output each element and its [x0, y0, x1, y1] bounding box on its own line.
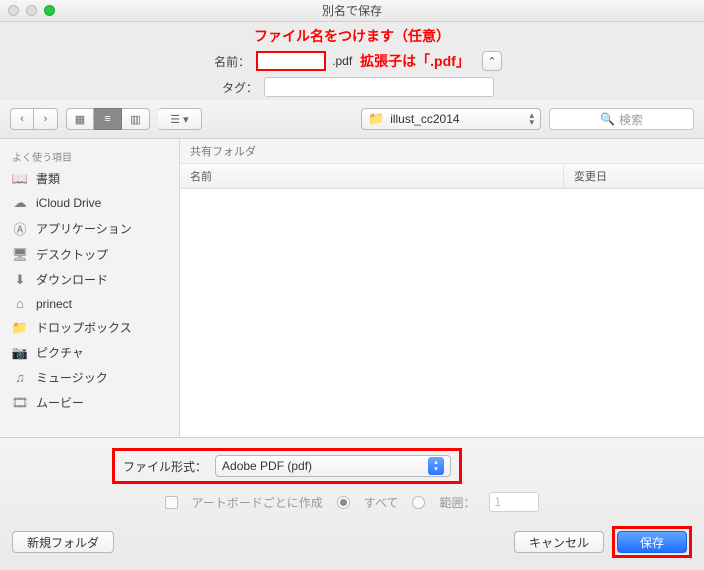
- book-icon: 📖: [12, 171, 28, 187]
- folder-icon: 📁: [12, 320, 28, 336]
- columns-icon: ▥: [130, 113, 140, 126]
- range-label: 範囲：: [439, 494, 475, 511]
- annotation-filename: ファイル名をつけます（任意）: [0, 22, 704, 48]
- save-dialog-window: 別名で保存 ファイル名をつけます（任意） 名前： .pdf 拡張子は「.pdf」…: [0, 0, 704, 570]
- options-row: アートボードごとに作成 すべて 範囲： 1: [12, 492, 692, 512]
- titlebar: 別名で保存: [0, 0, 704, 22]
- apps-icon: Ⓐ: [12, 219, 28, 238]
- sidebar-item-label: prinect: [36, 297, 72, 311]
- sidebar-item[interactable]: ☁︎ iCloud Drive: [0, 191, 179, 215]
- chevron-up-icon: ⌃: [487, 55, 496, 68]
- desktop-icon: 🖥: [12, 247, 28, 263]
- col-date-header[interactable]: 変更日: [564, 164, 704, 188]
- cancel-button[interactable]: キャンセル: [514, 531, 604, 553]
- sidebar: よく使う項目 📖 書類 ☁︎ iCloud Drive Ⓐ アプリケーション 🖥 デスクトップ…: [0, 139, 180, 437]
- sidebar-item-label: 書類: [36, 170, 60, 187]
- zoom-icon[interactable]: [44, 5, 55, 16]
- bottom-panel: ファイル形式： Adobe PDF (pdf) ▴▾ アートボードごとに作成 す…: [0, 438, 704, 570]
- traffic-lights: [8, 5, 55, 16]
- sidebar-item-label: ドロップボックス: [36, 319, 132, 336]
- view-seg: ▦ ≡ ▥: [66, 108, 150, 130]
- range-input[interactable]: 1: [489, 492, 539, 512]
- group-icon: ☰ ▾: [170, 113, 188, 126]
- cloud-icon: ☁︎: [12, 195, 28, 211]
- nav-back-button[interactable]: ‹: [10, 108, 34, 130]
- sidebar-item-label: ピクチャ: [36, 344, 84, 361]
- file-list-pane: 共有フォルダ 名前 変更日: [180, 139, 704, 437]
- tag-label: タグ：: [210, 79, 258, 96]
- view-icons-button[interactable]: ▦: [66, 108, 94, 130]
- window-title: 別名で保存: [0, 2, 704, 19]
- all-radio[interactable]: [337, 496, 350, 509]
- sidebar-item[interactable]: 📷 ピクチャ: [0, 340, 179, 365]
- button-row: 新規フォルダ キャンセル 保存: [12, 526, 692, 558]
- camera-icon: 📷: [12, 345, 28, 361]
- minimize-icon[interactable]: [26, 5, 37, 16]
- sidebar-item-label: ミュージック: [36, 369, 108, 386]
- group-seg: ☰ ▾: [158, 108, 202, 130]
- music-icon: ♫: [12, 370, 28, 385]
- format-label: ファイル形式：: [123, 458, 207, 475]
- new-folder-button[interactable]: 新規フォルダ: [12, 531, 114, 553]
- all-label: すべて: [364, 494, 399, 511]
- nav-seg: ‹ ›: [10, 108, 58, 130]
- chevron-right-icon: ›: [44, 113, 48, 125]
- toolbar: ‹ › ▦ ≡ ▥ ☰ ▾ 📁 illust_cc2014 ▴▾ 🔍 検索: [0, 100, 704, 139]
- grid-icon: ▦: [75, 113, 85, 126]
- sidebar-item-label: ダウンロード: [36, 271, 108, 288]
- view-list-button[interactable]: ≡: [94, 108, 122, 130]
- sidebar-item[interactable]: 🎞 ムービー: [0, 390, 179, 415]
- download-icon: ⬇: [12, 272, 28, 288]
- sidebar-item[interactable]: Ⓐ アプリケーション: [0, 215, 179, 242]
- sidebar-item-label: デスクトップ: [36, 246, 108, 263]
- column-header: 名前 変更日: [180, 164, 704, 189]
- format-row: ファイル形式： Adobe PDF (pdf) ▴▾: [112, 448, 462, 484]
- folder-icon: 📁: [368, 111, 384, 127]
- movie-icon: 🎞: [12, 395, 28, 411]
- sidebar-item[interactable]: 📖 書類: [0, 166, 179, 191]
- folder-dropdown[interactable]: 📁 illust_cc2014 ▴▾: [361, 108, 541, 130]
- range-radio[interactable]: [412, 496, 425, 509]
- sidebar-heading: よく使う項目: [0, 145, 179, 166]
- stepper-arrows-icon: ▴▾: [428, 457, 444, 475]
- format-select[interactable]: Adobe PDF (pdf) ▴▾: [215, 455, 451, 477]
- sidebar-item[interactable]: ⌂ prinect: [0, 292, 179, 315]
- file-listing[interactable]: [180, 189, 704, 437]
- annotation-extension: 拡張子は「.pdf」: [360, 51, 470, 71]
- path-hint: 共有フォルダ: [180, 139, 704, 164]
- group-by-button[interactable]: ☰ ▾: [158, 108, 202, 130]
- chevron-left-icon: ‹: [20, 113, 24, 125]
- close-icon[interactable]: [8, 5, 19, 16]
- col-name-header[interactable]: 名前: [180, 164, 564, 188]
- home-icon: ⌂: [12, 296, 28, 311]
- view-columns-button[interactable]: ▥: [122, 108, 150, 130]
- sidebar-item[interactable]: ⬇ ダウンロード: [0, 267, 179, 292]
- sidebar-item-label: iCloud Drive: [36, 196, 101, 210]
- file-browser: よく使う項目 📖 書類 ☁︎ iCloud Drive Ⓐ アプリケーション 🖥 デスクトップ…: [0, 139, 704, 438]
- tag-input[interactable]: [264, 77, 494, 97]
- artboard-checkbox[interactable]: [165, 496, 178, 509]
- nav-forward-button[interactable]: ›: [34, 108, 58, 130]
- filename-input[interactable]: [256, 51, 326, 71]
- sidebar-item[interactable]: 📁 ドロップボックス: [0, 315, 179, 340]
- file-extension: .pdf: [332, 54, 352, 68]
- format-selected: Adobe PDF (pdf): [222, 459, 312, 473]
- save-highlight: 保存: [612, 526, 692, 558]
- sidebar-item-label: ムービー: [36, 394, 84, 411]
- sidebar-item[interactable]: ♫ ミュージック: [0, 365, 179, 390]
- save-button[interactable]: 保存: [617, 531, 687, 553]
- search-placeholder: 検索: [619, 111, 643, 128]
- sidebar-item[interactable]: 🖥 デスクトップ: [0, 242, 179, 267]
- name-label: 名前：: [202, 53, 250, 70]
- name-row: 名前： .pdf 拡張子は「.pdf」 ⌃: [0, 48, 704, 74]
- artboard-label: アートボードごとに作成: [192, 494, 323, 511]
- sidebar-item-label: アプリケーション: [36, 220, 132, 237]
- search-icon: 🔍: [600, 112, 615, 126]
- folder-name: illust_cc2014: [390, 112, 523, 126]
- list-icon: ≡: [104, 113, 110, 125]
- tag-row: タグ：: [0, 74, 704, 100]
- stepper-arrows-icon: ▴▾: [529, 112, 534, 126]
- expand-toggle[interactable]: ⌃: [482, 51, 502, 71]
- search-input[interactable]: 🔍 検索: [549, 108, 694, 130]
